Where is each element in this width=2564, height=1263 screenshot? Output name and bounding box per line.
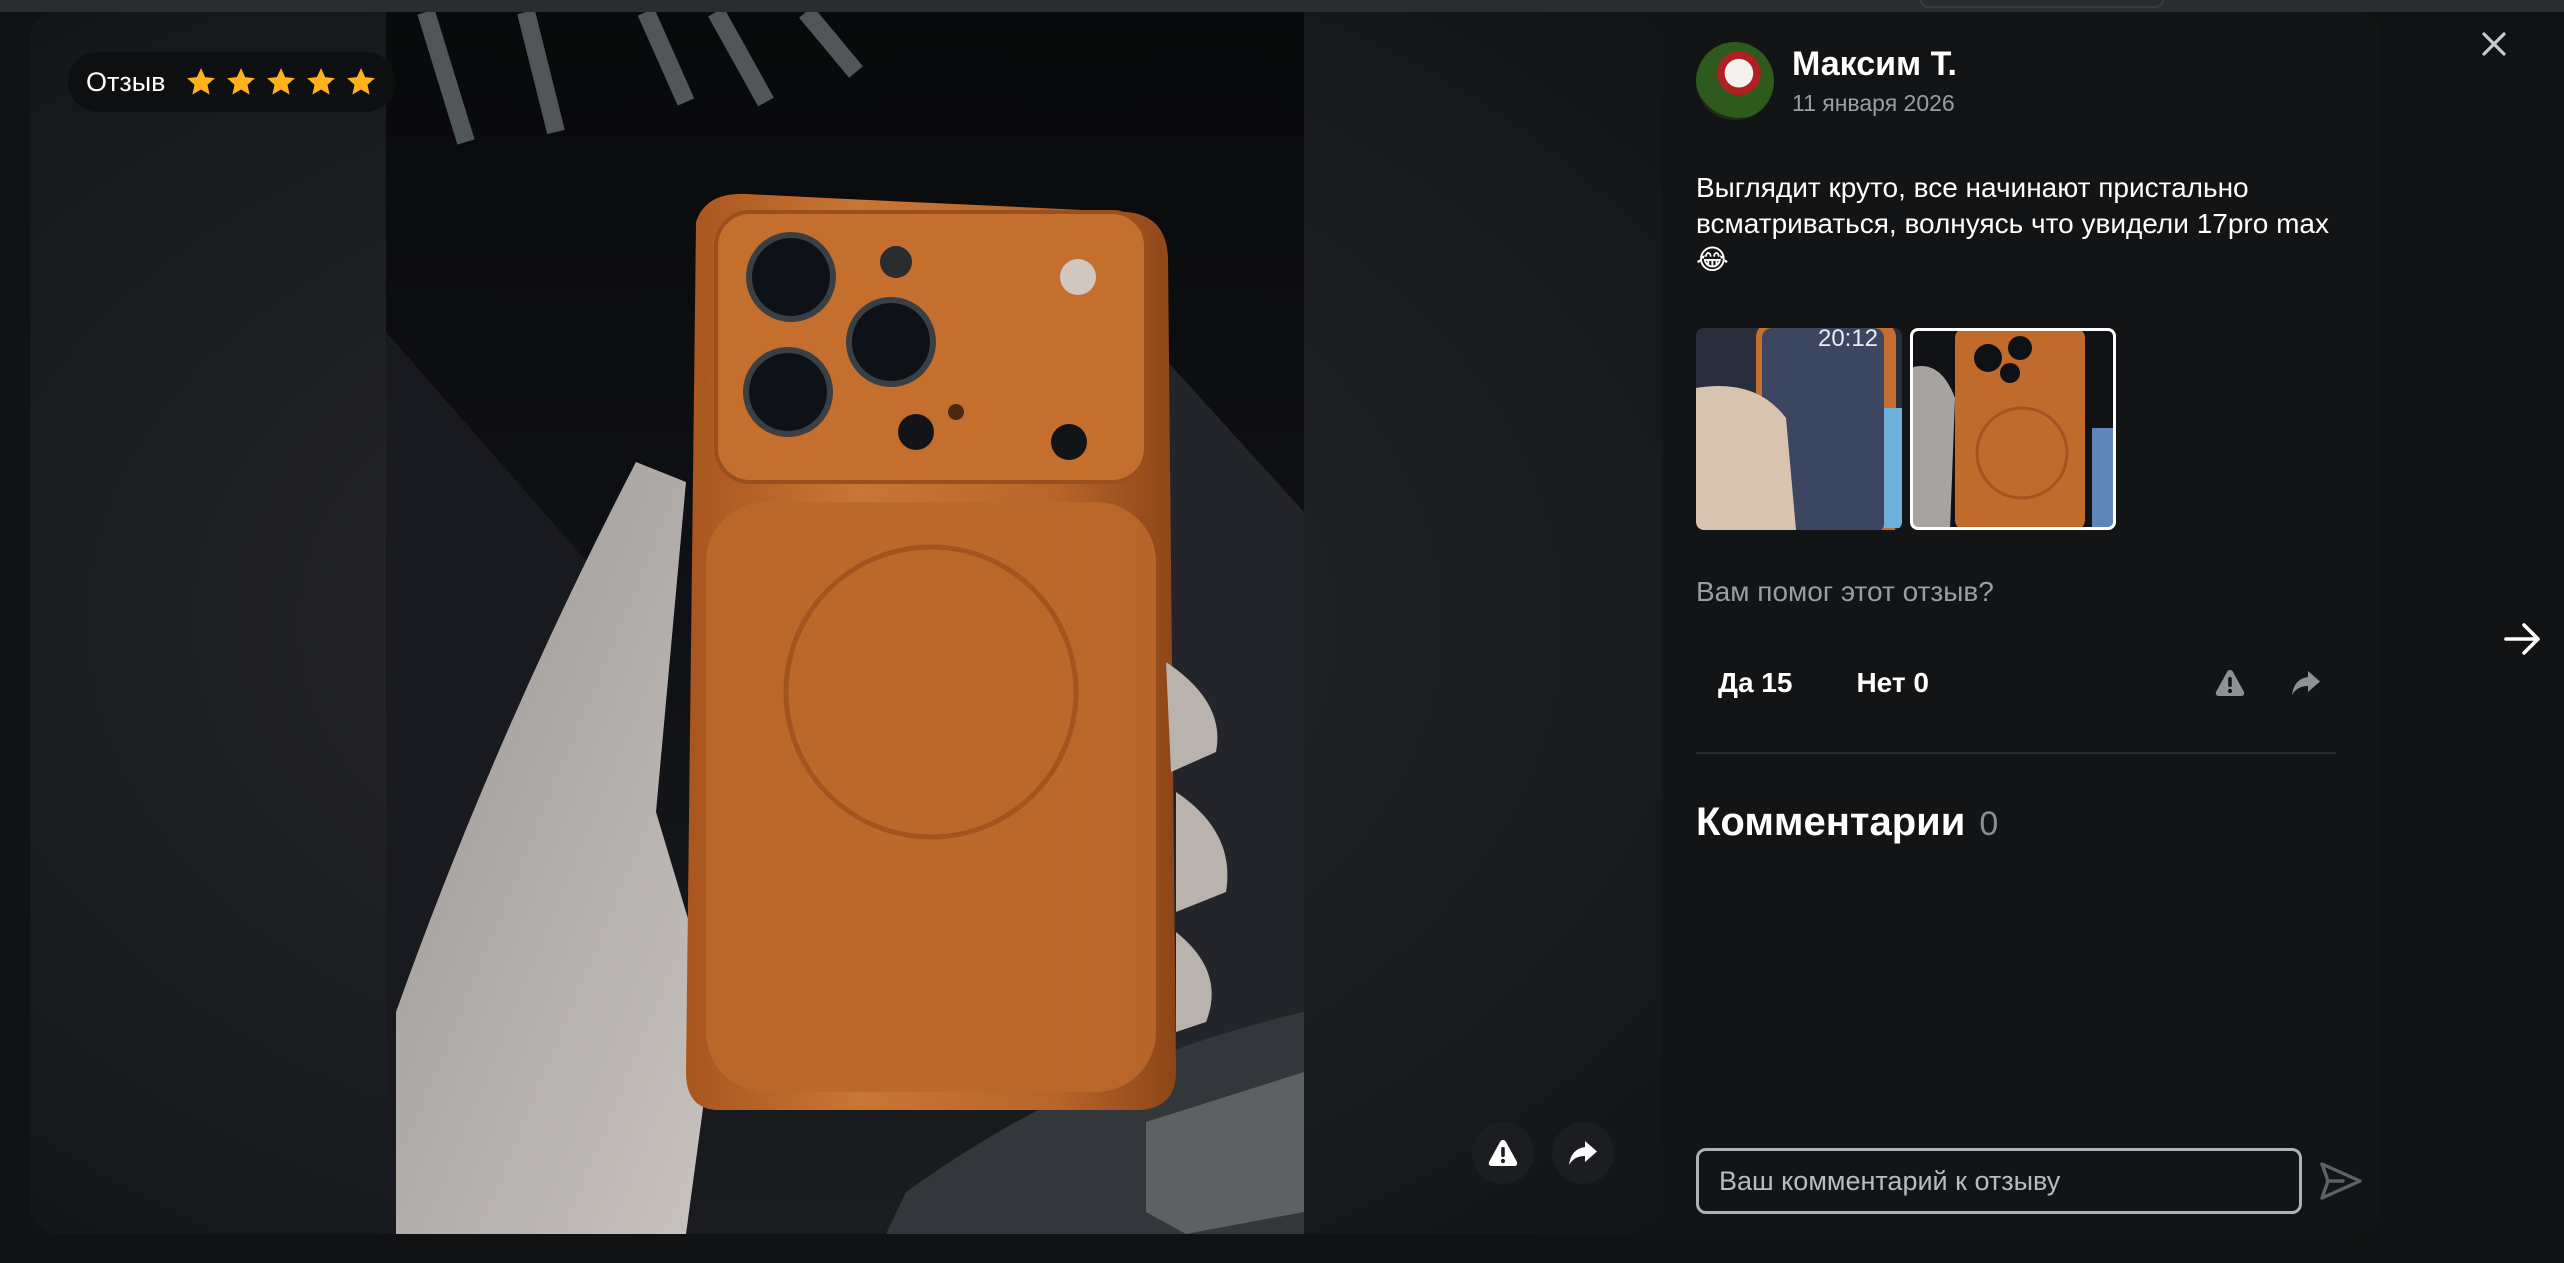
report-review-button[interactable] bbox=[2200, 653, 2260, 713]
helpful-no-button[interactable]: Нет 0 bbox=[1834, 653, 1951, 713]
thumbnail-2[interactable] bbox=[1910, 328, 2116, 530]
star-icon bbox=[186, 68, 215, 95]
section-divider bbox=[1696, 752, 2336, 754]
close-button[interactable] bbox=[2472, 22, 2516, 66]
review-thumbnails: 20:12 bbox=[1696, 328, 2116, 530]
review-modal: Отзыв Максим Т. 11 января 2026 Выглядит … bbox=[30, 12, 2382, 1234]
photo-viewer: Отзыв bbox=[30, 12, 1662, 1234]
star-icon bbox=[306, 68, 335, 95]
backdrop-tab bbox=[1920, 0, 2164, 8]
photo-share-button[interactable] bbox=[1552, 1122, 1614, 1184]
warning-icon bbox=[1488, 1140, 1518, 1166]
thumbnail-image: 20:12 bbox=[1696, 328, 1902, 530]
share-review-button[interactable] bbox=[2276, 653, 2336, 713]
star-icon bbox=[346, 68, 375, 95]
review-panel: Максим Т. 11 января 2026 Выглядит круто,… bbox=[1662, 12, 2382, 1234]
thumbnail-1[interactable]: 20:12 bbox=[1696, 328, 1902, 530]
thumbnail-clock-text: 20:12 bbox=[1818, 328, 1878, 352]
photo-report-button[interactable] bbox=[1472, 1122, 1534, 1184]
page-backdrop bbox=[0, 0, 2564, 12]
photo-actions bbox=[1472, 1122, 1614, 1184]
comments-header: Комментарии 0 bbox=[1696, 800, 1998, 845]
next-review-button[interactable] bbox=[2488, 604, 2558, 674]
rating-badge: Отзыв bbox=[68, 52, 396, 112]
review-author: Максим Т. 11 января 2026 bbox=[1696, 42, 1957, 120]
helpful-question: Вам помог этот отзыв? bbox=[1696, 576, 1994, 607]
review-date: 11 января 2026 bbox=[1792, 90, 1955, 116]
arrow-right-icon bbox=[2504, 623, 2540, 655]
share-icon bbox=[2292, 671, 2320, 695]
share-icon bbox=[1569, 1141, 1597, 1165]
vote-row: Да 15 Нет 0 bbox=[1696, 642, 2336, 724]
rating-stars bbox=[184, 65, 378, 99]
star-icon bbox=[226, 68, 255, 95]
review-text: Выглядит круто, все начинают пристально … bbox=[1696, 172, 2329, 275]
warning-icon bbox=[2215, 670, 2245, 696]
comments-title: Комментарии bbox=[1696, 800, 1966, 844]
helpful-yes-button[interactable]: Да 15 bbox=[1696, 653, 1814, 713]
avatar[interactable] bbox=[1696, 42, 1774, 120]
rating-label: Отзыв bbox=[86, 66, 166, 97]
thumbnail-image bbox=[1910, 328, 2116, 530]
review-photo bbox=[386, 12, 1304, 1234]
send-comment-button[interactable] bbox=[2308, 1148, 2374, 1214]
comment-input[interactable] bbox=[1696, 1148, 2302, 1214]
author-name[interactable]: Максим Т. bbox=[1792, 45, 1957, 84]
star-icon bbox=[266, 68, 295, 95]
photo-image bbox=[386, 12, 1304, 1234]
comments-count: 0 bbox=[1979, 805, 1999, 843]
send-icon bbox=[2320, 1162, 2362, 1200]
close-icon bbox=[2482, 32, 2506, 56]
